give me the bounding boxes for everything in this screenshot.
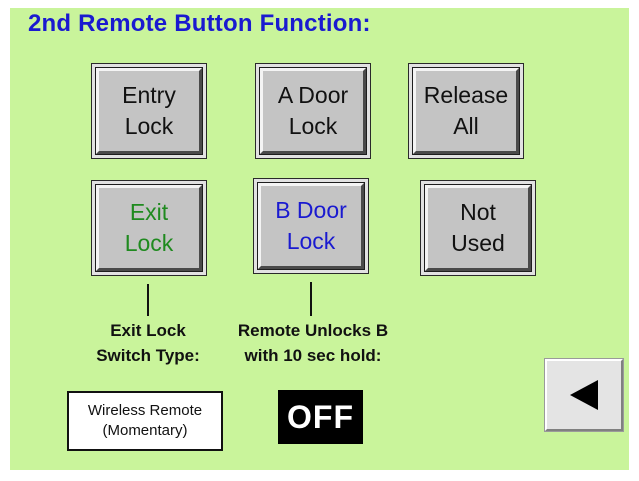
exit-lock-switch-caption: Exit Lock Switch Type: [96, 321, 200, 365]
entry-lock-label: Entry Lock [122, 82, 176, 139]
entry-lock-button[interactable]: Entry Lock [95, 67, 203, 155]
exit-lock-connector-line [147, 284, 149, 316]
b-door-lock-button[interactable]: B Door Lock [257, 182, 365, 270]
remote-unlock-toggle[interactable]: OFF [278, 390, 363, 444]
b-door-lock-label: B Door Lock [275, 197, 347, 254]
release-all-label: Release All [423, 82, 509, 139]
page-title: 2nd Remote Button Function: [28, 10, 371, 37]
not-used-button[interactable]: Not Used [424, 184, 532, 272]
release-all-button[interactable]: Release All [412, 67, 520, 155]
exit-lock-switch-type-selector[interactable]: Wireless Remote (Momentary) [67, 391, 223, 451]
b-door-lock-connector-line [310, 282, 312, 316]
not-used-label: Not Used [451, 199, 505, 256]
a-door-lock-label: A Door Lock [277, 82, 349, 139]
a-door-lock-button[interactable]: A Door Lock [259, 67, 367, 155]
exit-lock-button[interactable]: Exit Lock [95, 184, 203, 272]
back-button[interactable] [545, 359, 623, 431]
exit-lock-label: Exit Lock [124, 199, 174, 256]
left-arrow-icon [564, 377, 604, 413]
remote-unlock-caption: Remote Unlocks B with 10 sec hold: [237, 321, 389, 365]
